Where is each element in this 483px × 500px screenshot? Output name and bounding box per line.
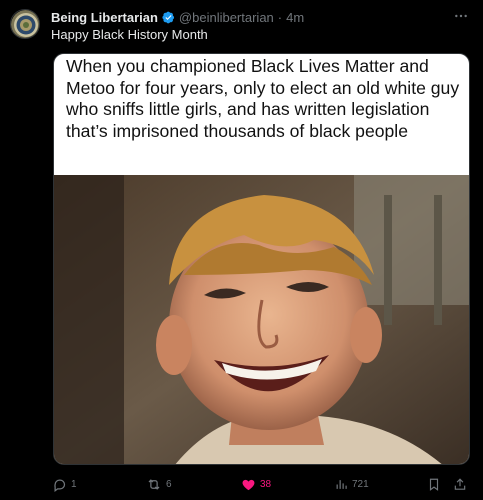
post[interactable]: Being Libertarian @beinlibertarian · 4m … xyxy=(0,0,483,500)
reply-button[interactable]: 1 xyxy=(52,474,77,494)
share-icon xyxy=(454,477,466,490)
repost-count: 6 xyxy=(166,478,172,490)
repost-button[interactable]: 6 xyxy=(146,474,172,494)
bookmark-icon xyxy=(429,478,439,491)
repost-icon xyxy=(148,478,160,490)
bookmark-button[interactable] xyxy=(427,474,441,494)
meme-caption: When you championed Black Lives Matter a… xyxy=(66,56,460,141)
verified-badge-icon xyxy=(162,11,175,24)
author-handle[interactable]: @beinlibertarian xyxy=(179,10,274,25)
post-image[interactable]: When you championed Black Lives Matter a… xyxy=(53,53,470,465)
views-count: 721 xyxy=(352,478,369,490)
views-button[interactable]: 721 xyxy=(335,474,369,494)
like-count: 38 xyxy=(260,478,272,490)
avatar-seal-icon xyxy=(11,10,39,38)
action-bar: 1 6 38 721 xyxy=(0,474,483,496)
views-icon xyxy=(336,479,347,489)
heart-icon xyxy=(242,479,255,490)
reply-count: 1 xyxy=(71,478,77,490)
share-button[interactable] xyxy=(453,474,467,494)
meme-photo xyxy=(54,175,469,464)
avatar[interactable] xyxy=(10,9,40,39)
post-header: Being Libertarian @beinlibertarian · 4m xyxy=(51,8,304,26)
post-text: Happy Black History Month xyxy=(51,27,208,42)
like-button[interactable]: 38 xyxy=(241,474,271,494)
reply-icon xyxy=(54,479,66,492)
dot-separator: · xyxy=(277,9,283,25)
timestamp[interactable]: 4m xyxy=(286,10,304,25)
more-icon[interactable] xyxy=(453,8,469,28)
author-name[interactable]: Being Libertarian xyxy=(51,10,158,25)
